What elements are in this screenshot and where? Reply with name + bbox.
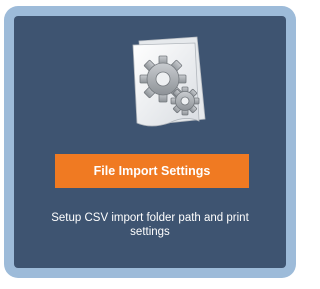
file-import-settings-button[interactable]: File Import Settings (55, 154, 249, 188)
card-description: Setup CSV import folder path and print s… (51, 212, 249, 238)
file-import-settings-tile-frame: File Import Settings Setup CSV import fo… (4, 6, 296, 278)
settings-document-icon (125, 35, 213, 131)
file-import-settings-tile[interactable]: File Import Settings Setup CSV import fo… (14, 16, 286, 268)
